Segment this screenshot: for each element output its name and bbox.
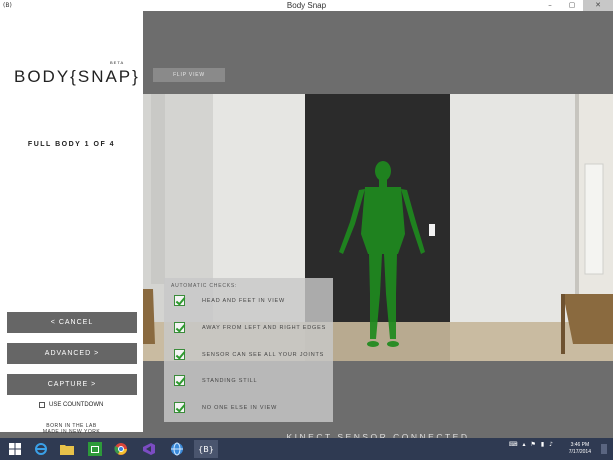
volume-icon[interactable]: ♪ <box>549 441 553 448</box>
ie-icon[interactable] <box>30 440 52 458</box>
check-item: AWAY FROM LEFT AND RIGHT EDGES <box>174 322 326 333</box>
check-icon <box>174 322 185 333</box>
visual-studio-icon[interactable] <box>138 440 160 458</box>
capture-counter: FULL BODY 1 OF 4 <box>27 141 116 148</box>
cancel-button[interactable]: < CANCEL <box>7 312 137 333</box>
check-icon <box>174 375 185 386</box>
app-logo: BODY{SNAP} <box>14 67 140 86</box>
browser-icon[interactable] <box>166 440 188 458</box>
check-icon <box>174 402 185 413</box>
folder-icon[interactable] <box>56 440 78 458</box>
close-button[interactable]: ✕ <box>583 0 613 11</box>
taskbar: {B} 3:46 PM 7/17/2014 ⌨ ▴ ⚑ ▮ ♪ <box>0 438 613 460</box>
beta-label: BETA <box>110 60 125 65</box>
chevron-up-icon[interactable]: ▴ <box>522 441 525 448</box>
clock-date: 7/17/2014 <box>568 449 591 455</box>
sidebar: BODY{SNAP} BETA FULL BODY 1 OF 4 < CANCE… <box>0 11 143 435</box>
check-icon <box>174 349 185 360</box>
check-label: HEAD AND FEET IN VIEW <box>202 297 286 304</box>
automatic-checks-panel: AUTOMATIC CHECKS: HEAD AND FEET IN VIEW … <box>164 278 333 422</box>
title-bar: (B) Body Snap – ▢ ✕ <box>0 0 613 11</box>
chrome-icon[interactable] <box>110 440 132 458</box>
countdown-option[interactable]: USE COUNTDOWN <box>39 402 103 408</box>
countdown-checkbox[interactable] <box>39 402 45 408</box>
clock-time: 3:46 PM <box>570 442 590 448</box>
window-controls: – ▢ ✕ <box>539 0 613 11</box>
bodysnap-icon[interactable]: {B} <box>194 440 218 458</box>
check-item: HEAD AND FEET IN VIEW <box>174 295 285 306</box>
check-item: STANDING STILL <box>174 375 257 386</box>
checks-header: AUTOMATIC CHECKS: <box>171 283 238 289</box>
notifications-icon[interactable] <box>599 440 609 458</box>
check-icon <box>174 295 185 306</box>
footer-tagline-2: MADE IN NEW YORK <box>42 429 101 435</box>
store-icon[interactable] <box>84 440 106 458</box>
check-label: SENSOR CAN SEE ALL YOUR JOINTS <box>202 351 325 358</box>
capture-button[interactable]: CAPTURE > <box>7 374 137 395</box>
check-item: NO ONE ELSE IN VIEW <box>174 402 277 413</box>
maximize-button[interactable]: ▢ <box>561 0 583 11</box>
keyboard-icon[interactable]: ⌨ <box>509 441 518 448</box>
flip-view-button[interactable]: FLIP VIEW <box>153 68 225 82</box>
advanced-button[interactable]: ADVANCED > <box>7 343 137 364</box>
start-icon[interactable] <box>4 440 26 458</box>
countdown-label: USE COUNTDOWN <box>49 402 104 408</box>
check-label: NO ONE ELSE IN VIEW <box>202 404 278 411</box>
flag-icon[interactable]: ⚑ <box>530 441 535 448</box>
check-label: STANDING STILL <box>202 377 258 384</box>
system-tray: ⌨ ▴ ⚑ ▮ ♪ <box>509 441 553 448</box>
check-item: SENSOR CAN SEE ALL YOUR JOINTS <box>174 349 324 360</box>
window-title: Body Snap <box>286 1 327 10</box>
check-label: AWAY FROM LEFT AND RIGHT EDGES <box>202 324 327 331</box>
system-clock[interactable]: 3:46 PM 7/17/2014 <box>569 442 591 456</box>
minimize-button[interactable]: – <box>539 0 561 11</box>
network-icon[interactable]: ▮ <box>541 441 544 448</box>
